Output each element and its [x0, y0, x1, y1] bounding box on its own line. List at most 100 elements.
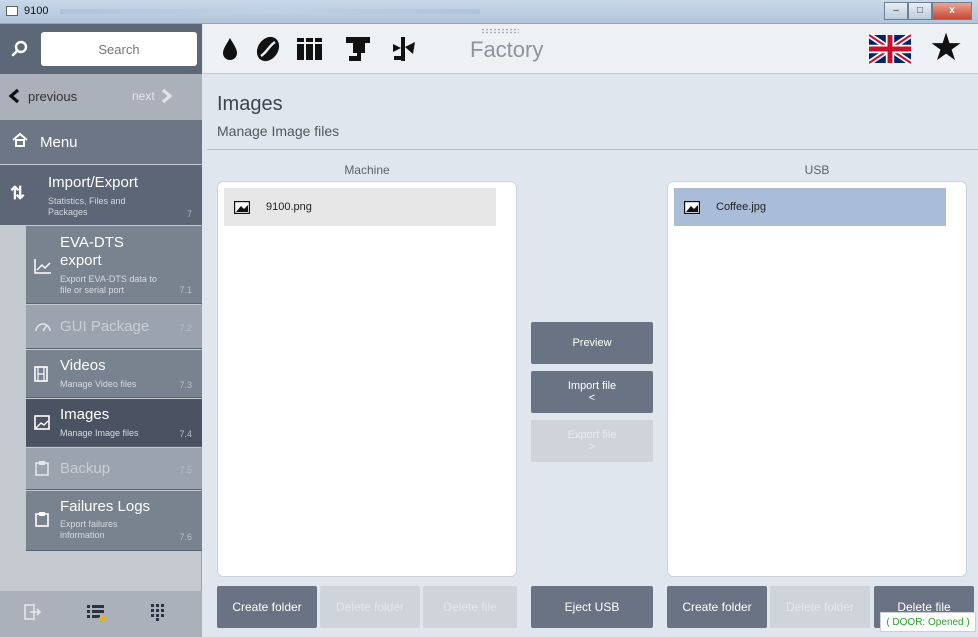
factory-dots [481, 28, 519, 34]
sidebar-item-videos[interactable]: Videos Manage Video files 7.3 [26, 350, 202, 398]
sidebar-item-sublabel: Manage Image files [60, 428, 139, 438]
sidebar-item-number: 7.1 [179, 285, 192, 295]
sidebar-item-images[interactable]: Images Manage Image files 7.4 [26, 399, 202, 447]
film-icon [34, 366, 48, 382]
gauge-icon [35, 323, 51, 332]
next-button[interactable]: next [132, 88, 173, 104]
sidebar-item-number: 7.4 [179, 429, 192, 439]
sidebar-item-label: Videos [60, 357, 106, 374]
sidebar-item-label: EVA-DTS export [60, 234, 124, 269]
sidebar-item-label: Backup [60, 460, 111, 477]
machine-file-panel[interactable]: 9100.png [217, 181, 517, 577]
import-export-icon: ⇅ [10, 183, 26, 203]
maximize-icon[interactable]: □ [908, 2, 932, 20]
main-content: Images Manage Image files Machine USB 91… [203, 75, 978, 637]
coffee-bean-icon[interactable] [253, 34, 283, 64]
mode-label: Factory [470, 37, 544, 62]
previous-label: previous [28, 88, 78, 104]
water-drop-icon[interactable] [215, 34, 245, 64]
chevron-left-icon [8, 88, 20, 104]
next-label: next [132, 89, 155, 103]
import-arrow: < [588, 392, 596, 404]
image-icon [34, 415, 50, 430]
file-name: Coffee.jpg [716, 201, 766, 213]
page-title: Images [217, 93, 283, 115]
door-status-badge: ( DOOR: Opened ) [880, 612, 976, 632]
image-file-icon [234, 200, 250, 214]
usb-file-item[interactable]: Coffee.jpg [674, 188, 946, 226]
image-file-icon [684, 200, 700, 214]
export-file-button[interactable]: Export file > [531, 420, 653, 462]
menu-button[interactable]: Menu [0, 120, 202, 164]
chevron-right-icon [161, 88, 173, 104]
sidebar-item-sublabel: Export failures information [60, 519, 118, 540]
button-label: Create folder [682, 600, 752, 614]
section-subtitle: Statistics, Files and Packages [48, 196, 126, 217]
search-bar [0, 24, 202, 74]
eject-usb-button[interactable]: Eject USB [531, 586, 653, 628]
sidebar-item-label: GUI Package [60, 318, 150, 335]
close-icon[interactable]: x [932, 2, 972, 20]
search-input[interactable] [41, 32, 197, 66]
sidebar-item-label: Failures Logs [60, 498, 151, 515]
favorites-star-icon[interactable]: ★ [929, 27, 963, 69]
history-nav: previous next [0, 74, 202, 120]
export-label: Export file [567, 429, 617, 441]
sidebar-item-gui-package[interactable]: GUI Package 7.2 [26, 305, 202, 349]
page-subtitle: Manage Image files [217, 123, 340, 139]
section-number: 7 [186, 209, 192, 219]
favorite-list-icon[interactable] [86, 603, 108, 623]
chart-icon [34, 259, 51, 274]
sidebar-item-sublabel: Manage Video files [60, 379, 137, 389]
button-label: Delete folder [785, 600, 855, 614]
sidebar-bottom-bar [0, 591, 202, 637]
machine-delete-file-button[interactable]: Delete file [423, 586, 517, 628]
keypad-icon[interactable] [150, 603, 166, 621]
machine-header: Machine [344, 163, 390, 177]
button-label: Create folder [232, 600, 302, 614]
search-icon[interactable] [10, 39, 30, 59]
previous-button[interactable]: previous [8, 88, 77, 104]
window-title: 9100 [24, 5, 49, 17]
brewer-icon[interactable] [343, 34, 373, 64]
import-file-button[interactable]: Import file < [531, 371, 653, 413]
sidebar-item-number: 7.3 [179, 380, 192, 390]
sidebar-item-label: Images [60, 406, 110, 423]
clipboard-icon [35, 512, 49, 527]
sidebar-item-eva-dts-export[interactable]: EVA-DTS export Export EVA-DTS data to fi… [26, 226, 202, 304]
mixer-icon[interactable] [389, 34, 419, 64]
canisters-icon[interactable] [295, 34, 325, 64]
logout-icon[interactable] [24, 603, 42, 621]
minimize-icon[interactable]: – [884, 2, 908, 20]
usb-header: USB [804, 163, 830, 177]
machine-delete-folder-button[interactable]: Delete folder [320, 586, 420, 628]
sidebar-item-number: 7.6 [179, 532, 192, 542]
home-icon [12, 132, 28, 147]
button-label: Delete file [443, 600, 497, 614]
usb-file-panel[interactable]: Coffee.jpg [667, 181, 967, 577]
menu-label: Menu [40, 134, 78, 151]
button-label: Delete folder [335, 600, 405, 614]
machine-file-item[interactable]: 9100.png [224, 188, 496, 226]
usb-create-folder-button[interactable]: Create folder [667, 586, 767, 628]
sidebar-item-failures-logs[interactable]: Failures Logs Export failures informatio… [26, 491, 202, 551]
app-icon [6, 6, 18, 16]
import-label: Import file [567, 380, 617, 392]
titlebar-tabs [60, 9, 480, 14]
uk-flag-icon[interactable] [869, 29, 911, 69]
usb-delete-folder-button[interactable]: Delete folder [770, 586, 870, 628]
button-label: Eject USB [564, 600, 620, 614]
sidebar-section-import-export[interactable]: ⇅ Import/Export Statistics, Files and Pa… [0, 165, 202, 225]
preview-button[interactable]: Preview [531, 322, 653, 364]
sidebar-item-number: 7.5 [179, 465, 192, 475]
sidebar-item-backup[interactable]: Backup 7.5 [26, 448, 202, 490]
window-titlebar: 9100 – □ x [0, 0, 978, 24]
preview-label: Preview [572, 337, 612, 349]
export-arrow: > [588, 441, 596, 453]
sidebar-item-sublabel: Export EVA-DTS data to file or serial po… [60, 274, 157, 295]
machine-create-folder-button[interactable]: Create folder [217, 586, 317, 628]
file-name: 9100.png [266, 201, 312, 213]
clipboard-icon [35, 461, 49, 476]
divider [207, 149, 978, 150]
section-title: Import/Export [48, 174, 139, 191]
